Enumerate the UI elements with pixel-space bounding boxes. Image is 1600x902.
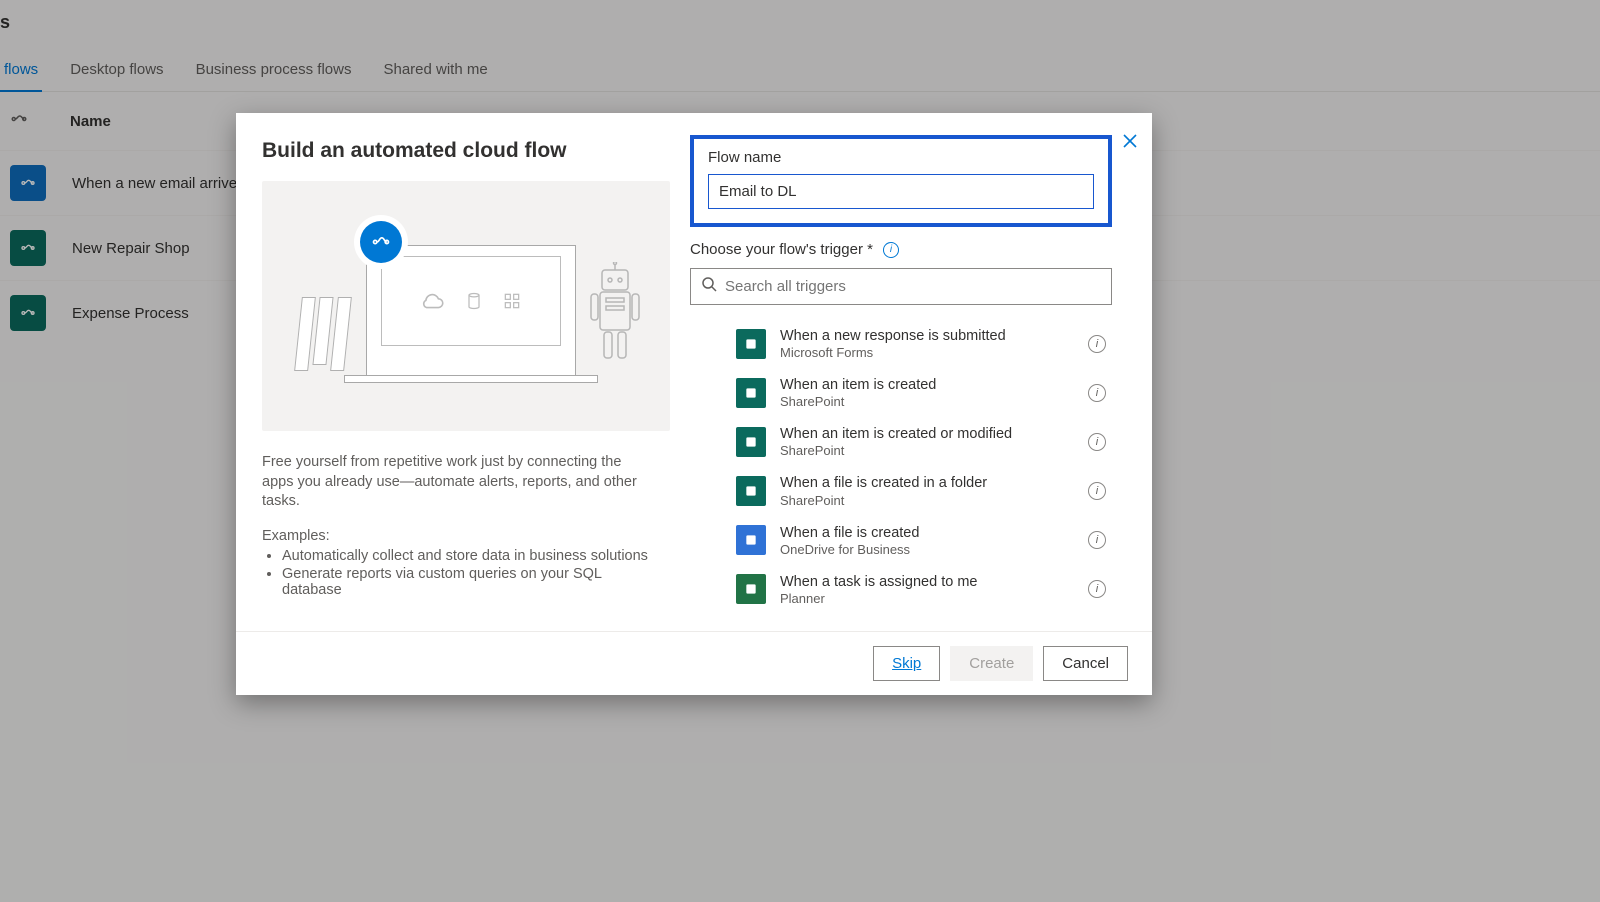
trigger-connector: SharePoint bbox=[780, 443, 1074, 458]
trigger-list: When a new response is submittedMicrosof… bbox=[690, 319, 1112, 611]
skip-button[interactable]: Skip bbox=[873, 646, 940, 681]
trigger-item[interactable]: When an item is createdSharePoint i bbox=[690, 368, 1112, 417]
trigger-search-wrapper[interactable] bbox=[690, 268, 1112, 305]
close-button[interactable] bbox=[1116, 127, 1144, 155]
examples-list: Automatically collect and store data in … bbox=[262, 548, 650, 598]
example-item: Generate reports via custom queries on y… bbox=[282, 566, 650, 598]
info-icon[interactable]: i bbox=[1088, 433, 1106, 451]
trigger-title: When a file is created bbox=[780, 524, 1074, 542]
connector-icon bbox=[736, 476, 766, 506]
trigger-connector: Microsoft Forms bbox=[780, 345, 1074, 360]
create-button[interactable]: Create bbox=[950, 646, 1033, 681]
flow-name-label: Flow name bbox=[708, 149, 1094, 166]
info-icon[interactable]: i bbox=[1088, 384, 1106, 402]
connector-icon bbox=[736, 378, 766, 408]
build-automated-flow-dialog: Build an automated cloud flow bbox=[236, 113, 1152, 695]
trigger-section-label: Choose your flow's trigger * i bbox=[690, 241, 1112, 258]
trigger-connector: SharePoint bbox=[780, 394, 1074, 409]
trigger-title: When a file is created in a folder bbox=[780, 474, 1074, 492]
trigger-item[interactable]: When a file is createdOneDrive for Busin… bbox=[690, 516, 1112, 565]
info-icon[interactable]: i bbox=[1088, 335, 1106, 353]
flow-name-field-highlight: Flow name bbox=[690, 135, 1112, 227]
connector-icon bbox=[736, 329, 766, 359]
info-icon[interactable]: i bbox=[1088, 482, 1106, 500]
dialog-illustration bbox=[262, 181, 670, 431]
dialog-title: Build an automated cloud flow bbox=[262, 139, 650, 163]
info-icon[interactable]: i bbox=[1088, 580, 1106, 598]
search-icon bbox=[701, 276, 717, 297]
trigger-connector: SharePoint bbox=[780, 493, 1074, 508]
example-item: Automatically collect and store data in … bbox=[282, 548, 650, 564]
trigger-connector: Planner bbox=[780, 591, 1074, 606]
connector-icon bbox=[736, 427, 766, 457]
cancel-button[interactable]: Cancel bbox=[1043, 646, 1128, 681]
trigger-item[interactable]: When a file is created in a folderShareP… bbox=[690, 466, 1112, 515]
info-icon[interactable]: i bbox=[883, 242, 899, 258]
dialog-description: Free yourself from repetitive work just … bbox=[262, 453, 650, 512]
dialog-footer: Skip Create Cancel bbox=[236, 631, 1152, 695]
trigger-item[interactable]: When an item is created or modifiedShare… bbox=[690, 417, 1112, 466]
connector-icon bbox=[736, 525, 766, 555]
trigger-item[interactable]: When a task is assigned to mePlanner i bbox=[690, 565, 1112, 611]
flow-name-input[interactable] bbox=[708, 174, 1094, 209]
trigger-title: When a new response is submitted bbox=[780, 327, 1074, 345]
examples-header: Examples: bbox=[262, 528, 650, 544]
trigger-search-input[interactable] bbox=[725, 278, 1101, 295]
trigger-title: When a task is assigned to me bbox=[780, 573, 1074, 591]
connector-icon bbox=[736, 574, 766, 604]
trigger-item[interactable]: When a new response is submittedMicrosof… bbox=[690, 319, 1112, 368]
trigger-title: When an item is created or modified bbox=[780, 425, 1074, 443]
trigger-connector: OneDrive for Business bbox=[780, 542, 1074, 557]
info-icon[interactable]: i bbox=[1088, 531, 1106, 549]
flow-badge-icon bbox=[360, 221, 402, 263]
trigger-title: When an item is created bbox=[780, 376, 1074, 394]
